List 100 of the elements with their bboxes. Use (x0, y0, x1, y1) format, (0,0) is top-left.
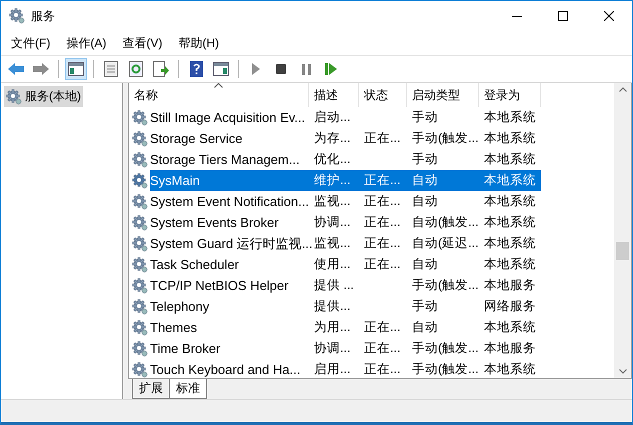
table-cell-text: 本地系统 (483, 235, 537, 252)
service-name[interactable]: System Events Broker (150, 212, 309, 233)
table-cell-text: 正在... (363, 319, 402, 336)
table-cell-text: 提供... (313, 298, 352, 315)
column-header[interactable]: 启动类型 (407, 83, 479, 107)
gear-icon (132, 152, 148, 168)
toolbar-button[interactable] (65, 58, 87, 80)
view-tab[interactable]: 扩展 (132, 379, 170, 399)
gear-icon (132, 298, 148, 314)
service-name[interactable]: Task Scheduler (150, 254, 309, 275)
table-cell-text: 优化... (313, 151, 352, 168)
table-cell: 本地系统 (479, 170, 541, 191)
gear-icon (132, 110, 148, 126)
table-cell-text: 启用... (313, 361, 352, 378)
table-cell-text: 正在... (363, 235, 402, 252)
table-cell-text: 手动(触发... (411, 340, 479, 357)
table-cell-text: 监视... (313, 193, 352, 210)
scroll-down-icon[interactable] (618, 369, 626, 374)
column-header[interactable]: 状态 (359, 83, 407, 107)
gear-icon (132, 256, 148, 272)
column-header[interactable]: 登录为 (479, 83, 541, 107)
table-cell-text: 手动 (411, 298, 439, 315)
gear-icon (132, 214, 148, 230)
table-cell: 维护... (309, 170, 359, 191)
menu-item[interactable]: 查看(V) (114, 34, 170, 52)
table-cell-text: 手动 (411, 109, 439, 126)
table-cell-text: 正在... (363, 193, 402, 210)
table-cell-text: 自动(延迟... (411, 235, 479, 252)
table-cell-text: 为用... (313, 319, 352, 336)
table-cell-text: 为存... (313, 130, 352, 147)
table-cell-text: 自动 (411, 256, 439, 273)
table-cell-text: 自动(触发... (411, 214, 479, 231)
window-title: 服务 (31, 8, 56, 24)
column-header[interactable]: 描述 (309, 83, 359, 107)
action-pane-icon[interactable] (213, 62, 229, 76)
help-icon[interactable] (190, 61, 202, 77)
table-cell-text: 手动(触发... (411, 361, 479, 378)
scrollbar-thumb[interactable] (616, 242, 629, 260)
table-cell-text: 本地系统 (483, 256, 537, 273)
table-cell-text: 正在... (363, 256, 402, 273)
service-name[interactable]: Still Image Acquisition Ev... (150, 107, 309, 128)
table-cell-text: 启动... (313, 109, 352, 126)
table-cell-text: 本地系统 (483, 109, 537, 126)
maximize-icon[interactable] (558, 11, 568, 21)
table-cell-text: 协调... (313, 340, 352, 357)
menu-item[interactable]: 操作(A) (58, 34, 114, 52)
table-cell-text: 手动 (411, 151, 439, 168)
column-header[interactable]: 名称 (129, 83, 309, 107)
service-name[interactable]: System Guard 运行时监视... (150, 233, 309, 254)
table-cell-text: 手动(触发... (411, 277, 479, 294)
table-cell-text: 自动 (411, 319, 439, 336)
service-name[interactable]: Telephony (150, 296, 309, 317)
resume-icon[interactable] (325, 63, 337, 75)
play-icon[interactable] (252, 63, 260, 75)
gear-icon (9, 8, 25, 24)
service-name[interactable]: Time Broker (150, 338, 309, 359)
table-cell-text: 自动 (411, 193, 439, 210)
forward-arrow-icon[interactable] (32, 62, 50, 76)
refresh-icon[interactable] (129, 61, 143, 77)
back-arrow-icon[interactable] (7, 62, 25, 76)
gear-icon (6, 88, 22, 104)
table-cell-text: 本地服务 (483, 340, 537, 357)
table-cell-text: 本地服务 (483, 277, 537, 294)
table-cell-text: 正在... (363, 130, 402, 147)
service-name[interactable]: Storage Service (150, 128, 309, 149)
gear-icon (132, 130, 148, 146)
sort-caret-icon (214, 83, 223, 88)
gear-icon (132, 236, 148, 252)
table-cell-text: 正在... (363, 361, 402, 378)
gear-icon (132, 172, 148, 188)
pause-icon[interactable] (302, 64, 310, 74)
table-cell-text: 本地系统 (483, 130, 537, 147)
sidebar-item[interactable]: 服务(本地) (4, 86, 83, 107)
gear-icon (132, 278, 148, 294)
view-tab[interactable]: 标准 (169, 379, 207, 399)
service-name[interactable]: Storage Tiers Managem... (150, 149, 309, 170)
service-name[interactable]: TCP/IP NetBIOS Helper (150, 275, 309, 296)
service-name[interactable]: System Event Notification... (150, 191, 309, 212)
console-tree-icon[interactable] (68, 62, 84, 76)
table-cell-text: 本地系统 (483, 193, 537, 210)
menu-item[interactable]: 文件(F) (3, 34, 58, 52)
table-cell-text: 协调... (313, 214, 352, 231)
table-cell: 自动 (407, 170, 479, 191)
table-cell-text: 本地系统 (483, 214, 537, 231)
service-name[interactable]: Touch Keyboard and Ha... (150, 359, 309, 378)
table-cell-text: 本地系统 (483, 151, 537, 168)
gear-icon (132, 320, 148, 336)
table-cell-text: 正在... (363, 214, 402, 231)
service-name[interactable]: SysMain (150, 170, 309, 191)
menu-item[interactable]: 帮助(H) (170, 34, 227, 52)
table-cell-text: 本地系统 (483, 319, 537, 336)
service-name[interactable]: Themes (150, 317, 309, 338)
table-cell-text: 正在... (363, 340, 402, 357)
table-cell-text: 网络服务 (483, 298, 537, 315)
gear-icon (132, 340, 148, 356)
properties-icon[interactable] (104, 61, 118, 77)
table-cell-text: 提供 ... (313, 277, 355, 294)
close-icon[interactable] (604, 11, 614, 21)
scroll-up-icon[interactable] (618, 87, 626, 92)
table-cell-text: 本地系统 (483, 361, 537, 378)
